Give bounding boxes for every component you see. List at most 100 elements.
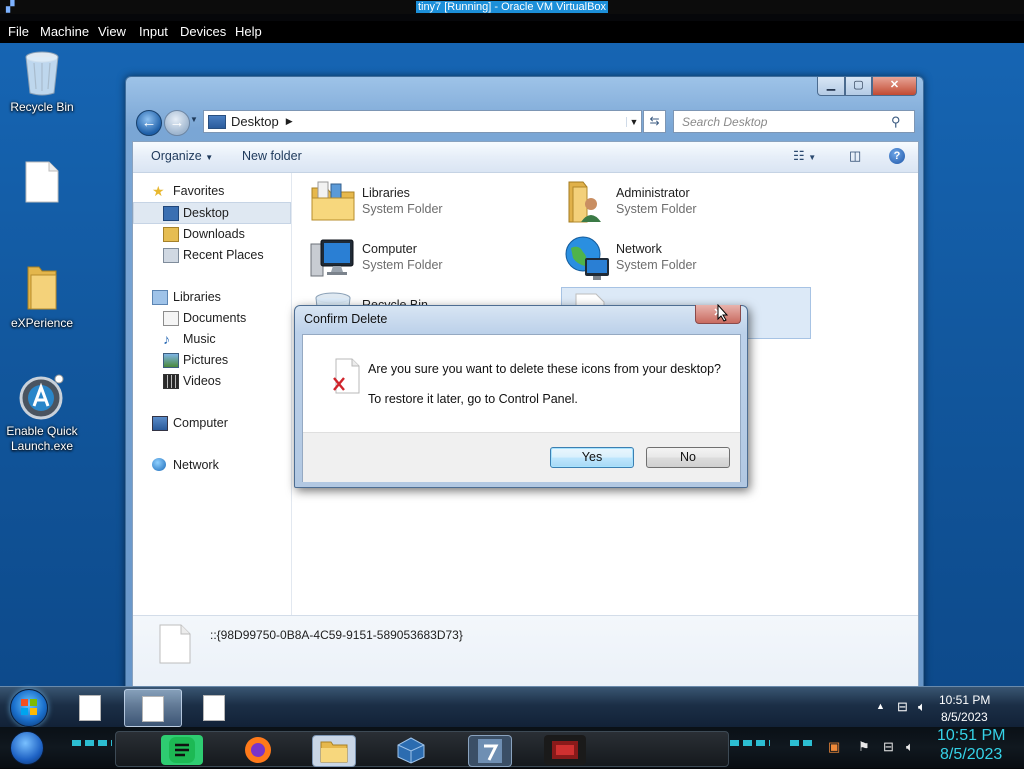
breadcrumb-chevron-icon[interactable]: ▶ xyxy=(286,116,293,127)
change-view-icon[interactable]: ☷ ▼ xyxy=(793,148,816,164)
dock-app-notes[interactable] xyxy=(161,735,203,765)
item-type: System Folder xyxy=(616,258,697,272)
menu-help[interactable]: Help xyxy=(235,24,262,39)
nav-computer[interactable]: Computer xyxy=(133,413,289,433)
search-icon[interactable]: ⚲ xyxy=(891,114,901,130)
refresh-button[interactable]: ⇆ xyxy=(643,110,666,133)
address-dropdown-icon[interactable]: ▼ xyxy=(626,116,641,127)
arrow-left-icon: ← xyxy=(141,114,157,131)
desktop-icon-enable-quick-launch[interactable]: Enable Quick Launch.exe xyxy=(0,373,84,454)
dialog-message: Are you sure you want to delete these ic… xyxy=(368,362,721,376)
nav-desktop[interactable]: Desktop xyxy=(133,202,291,224)
menu-file[interactable]: File xyxy=(8,24,29,39)
dock-app-firefox[interactable] xyxy=(236,735,278,765)
dock-app-media[interactable] xyxy=(544,735,586,765)
nav-network[interactable]: Network xyxy=(133,455,289,475)
show-hidden-icons-icon[interactable]: ▲ xyxy=(876,701,885,711)
blank-document-icon xyxy=(79,695,101,721)
host-start-button[interactable] xyxy=(10,731,44,765)
volume-icon[interactable]: 🔈︎ xyxy=(918,699,926,715)
dock-app-tiny7[interactable] xyxy=(468,735,512,767)
desktop-icon-blank-file[interactable] xyxy=(0,161,84,206)
media-app-icon xyxy=(552,741,578,759)
desktop-icon-recycle-bin[interactable]: Recycle Bin xyxy=(0,49,84,115)
help-icon[interactable]: ? xyxy=(889,148,905,164)
maximize-button[interactable]: ▢ xyxy=(845,77,872,96)
menu-devices[interactable]: Devices xyxy=(180,24,226,39)
window-controls: ▁ ▢ ✕ xyxy=(817,77,917,96)
item-network[interactable]: Network System Folder xyxy=(563,234,803,284)
quick-launch-app-icon xyxy=(19,374,64,420)
menu-view[interactable]: View xyxy=(98,24,126,39)
host-tray-app-icon[interactable]: ▣ xyxy=(828,739,840,755)
item-type: System Folder xyxy=(616,202,697,216)
virtualbox-icon xyxy=(397,737,425,764)
menu-input[interactable]: Input xyxy=(139,24,168,39)
item-administrator[interactable]: Administrator System Folder xyxy=(563,178,803,228)
yes-button[interactable]: Yes xyxy=(550,447,634,468)
taskbar-clock-date[interactable]: 8/5/2023 xyxy=(941,710,988,724)
nav-recent-places[interactable]: Recent Places xyxy=(133,245,289,265)
tiny7-vm-icon xyxy=(478,739,502,763)
music-note-icon: ♪ xyxy=(163,331,170,347)
network-tray-icon[interactable]: ⊟ xyxy=(897,699,908,715)
vbox-menubar: File Machine View Input Devices Help xyxy=(0,21,1024,43)
taskbar-item-document-3[interactable] xyxy=(186,689,242,725)
nav-videos[interactable]: Videos xyxy=(133,371,289,391)
back-button[interactable]: ← xyxy=(136,110,162,136)
host-network-icon[interactable]: ⊟ xyxy=(883,739,894,755)
taskbar-item-document-1[interactable] xyxy=(62,689,118,725)
nav-label: Documents xyxy=(183,311,247,325)
desktop-icon-experience[interactable]: eXPerience xyxy=(0,263,84,331)
search-box[interactable]: ⚲ xyxy=(673,110,915,133)
nav-documents[interactable]: Documents xyxy=(133,308,289,328)
address-bar[interactable]: Desktop ▶ ▼ xyxy=(203,110,642,133)
star-icon: ★ xyxy=(152,183,165,199)
breadcrumb-desktop[interactable]: Desktop xyxy=(231,114,279,129)
item-type: System Folder xyxy=(362,202,443,216)
nav-music[interactable]: ♪ Music xyxy=(133,329,289,349)
start-button[interactable] xyxy=(10,689,48,727)
host-volume-icon[interactable]: 🔈︎ xyxy=(906,739,914,755)
recent-pages-dropdown-icon[interactable]: ▼ xyxy=(190,115,198,124)
host-dock: ▣ ⚑ ⊟ 🔈︎ 10:51 PM 8/5/2023 xyxy=(0,727,1024,768)
new-folder-button[interactable]: New folder xyxy=(242,149,302,163)
vbox-window-title: tiny7 [Running] - Oracle VM VirtualBox xyxy=(415,1,609,13)
nav-label: Desktop xyxy=(183,206,229,220)
organize-button[interactable]: Organize ▼ xyxy=(151,149,213,163)
forward-button[interactable]: → xyxy=(164,110,190,136)
nav-libraries[interactable]: Libraries xyxy=(133,287,289,307)
network-globe-icon xyxy=(152,458,166,471)
nav-favorites[interactable]: ★ Favorites xyxy=(133,181,289,201)
host-clock-time[interactable]: 10:51 PM xyxy=(937,727,1005,745)
blank-document-icon xyxy=(25,161,59,203)
taskbar-item-document-2[interactable] xyxy=(124,689,182,727)
guest-taskbar: ▲ ⊟ 🔈︎ 10:51 PM 8/5/2023 xyxy=(0,686,1024,727)
nav-pictures[interactable]: Pictures xyxy=(133,350,289,370)
guest-desktop: Recycle Bin eXPerience Enable Quick Laun… xyxy=(0,43,1024,686)
item-computer[interactable]: Computer System Folder xyxy=(309,234,549,284)
libraries-icon xyxy=(311,181,355,221)
recycle-bin-icon xyxy=(25,51,59,96)
nav-downloads[interactable]: Downloads xyxy=(133,224,289,244)
desktop-icon-label: eXPerience xyxy=(10,316,74,330)
preview-pane-icon[interactable]: ◫ xyxy=(849,148,861,164)
nav-label: Downloads xyxy=(183,227,245,241)
no-button[interactable]: No xyxy=(646,447,730,468)
search-input[interactable] xyxy=(680,113,889,130)
decorative-glow xyxy=(72,740,112,746)
action-center-flag-icon[interactable]: ⚑ xyxy=(858,739,870,755)
recent-places-icon xyxy=(163,248,179,263)
close-button[interactable]: ✕ xyxy=(872,77,917,96)
dialog-submessage: To restore it later, go to Control Panel… xyxy=(368,392,578,406)
pictures-icon xyxy=(163,353,179,368)
taskbar-clock-time[interactable]: 10:51 PM xyxy=(939,693,990,707)
dock-app-explorer[interactable] xyxy=(312,735,356,767)
dock-app-virtualbox[interactable] xyxy=(390,735,432,765)
notification-area: ▲ ⊟ 🔈︎ 10:51 PM 8/5/2023 xyxy=(864,687,1024,727)
item-libraries[interactable]: Libraries System Folder xyxy=(309,178,549,228)
minimize-button[interactable]: ▁ xyxy=(817,77,845,96)
host-clock-date[interactable]: 8/5/2023 xyxy=(940,746,1002,764)
menu-machine[interactable]: Machine xyxy=(40,24,89,39)
desktop-icon-label: Recycle Bin xyxy=(10,100,74,114)
